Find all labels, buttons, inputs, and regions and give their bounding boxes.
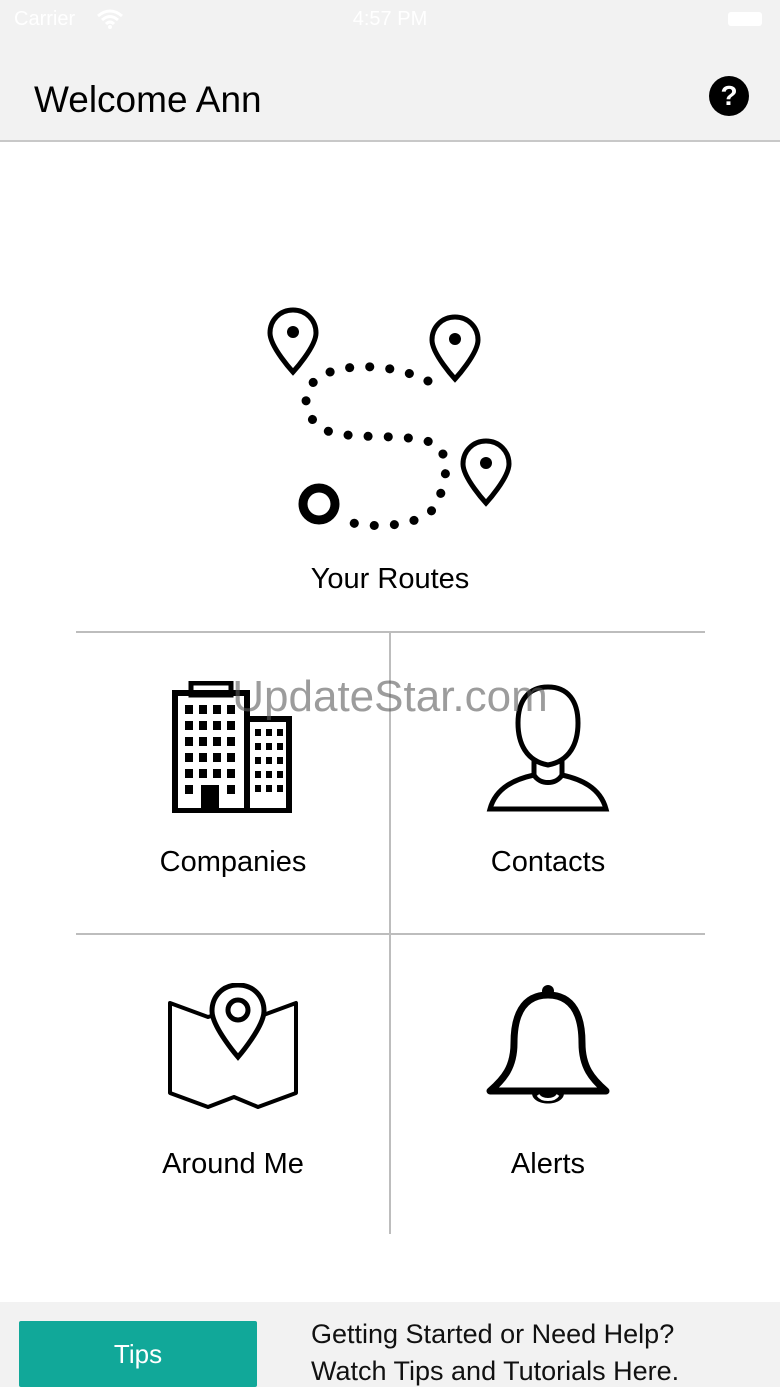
map-pin-icon (76, 983, 390, 1115)
tips-button[interactable]: Tips (19, 1321, 257, 1387)
around-me-tile[interactable]: Around Me (76, 935, 390, 1235)
banner-text[interactable]: Getting Started or Need Help? Watch Tips… (311, 1316, 679, 1387)
alerts-label: Alerts (510, 1148, 586, 1180)
companies-label: Companies (159, 846, 307, 878)
banner-text-line2: Watch Tips and Tutorials Here. (311, 1356, 680, 1386)
help-banner: Tips Getting Started or Need Help? Watch… (0, 1302, 780, 1387)
your-routes-label: Your Routes (310, 563, 470, 595)
around-me-label: Around Me (162, 1148, 304, 1180)
companies-tile[interactable]: Companies (76, 633, 390, 933)
alerts-tile[interactable]: Alerts (391, 935, 705, 1235)
help-button[interactable]: ? (709, 76, 749, 116)
question-circle-icon: ? (720, 80, 738, 111)
contacts-tile[interactable]: Contacts (391, 633, 705, 933)
your-routes-button[interactable]: Your Routes (0, 280, 780, 610)
status-bar: Carrier 4:57 PM (0, 0, 780, 40)
clock: 4:57 PM (352, 8, 428, 30)
app-screen: Carrier 4:57 PM Welcome Ann ? Your Route… (0, 0, 780, 1387)
battery-icon (728, 12, 762, 26)
person-icon (391, 681, 705, 813)
banner-text-line1: Getting Started or Need Help? (311, 1319, 675, 1349)
page-title: Welcome Ann (34, 79, 262, 120)
route-map-icon (260, 292, 520, 547)
contacts-label: Contacts (490, 846, 606, 878)
buildings-icon (76, 681, 390, 813)
bell-icon (391, 983, 705, 1115)
app-header: Welcome Ann ? (0, 40, 780, 142)
